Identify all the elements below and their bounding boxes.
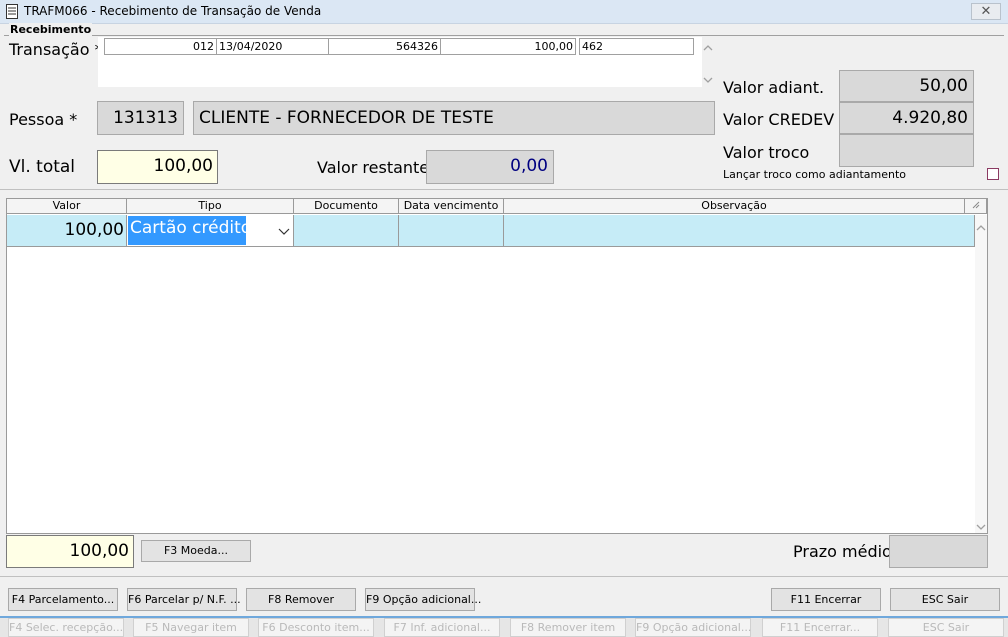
valor-credev-label: Valor CREDEV <box>723 110 835 129</box>
prazo-medio-field <box>889 535 988 568</box>
total-input[interactable]: 100,00 <box>6 535 134 568</box>
transacao-number-field[interactable]: 564326 <box>328 38 441 55</box>
window-title: TRAFM066 - Recebimento de Transação de V… <box>24 4 322 18</box>
ghost-inf-adicional-button: F7 Inf. adicional... <box>384 618 500 637</box>
sair-button[interactable]: ESC Sair <box>890 588 1000 611</box>
column-chooser-icon[interactable] <box>965 199 987 214</box>
document-icon <box>6 4 18 19</box>
separator <box>0 576 1008 577</box>
encerrar-button[interactable]: F11 Encerrar <box>771 588 881 611</box>
transacao-code-field[interactable]: 462 <box>579 38 694 55</box>
pessoa-label: Pessoa * <box>9 110 78 129</box>
group-title: Recebimento <box>9 23 93 36</box>
col-header-documento[interactable]: Documento <box>294 199 399 214</box>
col-header-valor[interactable]: Valor <box>7 199 127 214</box>
col-header-observacao[interactable]: Observação <box>504 199 965 214</box>
scroll-up-icon[interactable] <box>702 40 714 54</box>
transacao-date-field[interactable]: 13/04/2020 <box>216 38 329 55</box>
ghost-remover-item-button: F8 Remover item <box>510 618 626 637</box>
valor-troco-field <box>839 134 974 167</box>
valor-adiant-label: Valor adiant. <box>723 78 825 97</box>
grid-scrollbar[interactable] <box>975 215 987 533</box>
vl-total-label: Vl. total <box>9 157 76 177</box>
pessoa-code-field: 131313 <box>97 101 184 135</box>
col-header-data-vencimento[interactable]: Data vencimento <box>399 199 504 214</box>
close-button[interactable]: ✕ <box>971 3 1001 20</box>
valor-restante-field: 0,00 <box>426 150 554 184</box>
parcelar-nf-button[interactable]: F6 Parcelar p/ N.F. ... <box>127 588 241 611</box>
valor-credev-field: 4.920,80 <box>839 102 974 134</box>
valor-adiant-field: 50,00 <box>839 70 974 102</box>
ghost-opcao-adicional-button: F9 Opção adicional... <box>635 618 751 637</box>
scroll-down-icon[interactable] <box>702 72 714 86</box>
valor-troco-label: Valor troco <box>723 143 810 162</box>
ghost-navegar-item-button: F5 Navegar item <box>133 618 249 637</box>
row-observacao-cell[interactable] <box>504 215 975 247</box>
scroll-up-icon[interactable] <box>975 219 987 238</box>
close-icon: ✕ <box>980 4 992 19</box>
transacao-label: Transação * <box>9 40 103 59</box>
parcelamento-button[interactable]: F4 Parcelamento... <box>8 588 118 611</box>
opcao-adicional-button[interactable]: F9 Opção adicional... <box>365 588 481 611</box>
ghost-encerrar-button: F11 Encerrar... <box>762 618 878 637</box>
prazo-medio-label: Prazo médio <box>793 542 892 561</box>
tipo-select[interactable]: Cartão crédito <box>127 215 294 247</box>
vl-total-input[interactable]: 100,00 <box>97 150 218 184</box>
tipo-selected-value: Cartão crédito <box>128 216 251 245</box>
moeda-button[interactable]: F3 Moeda... <box>141 540 251 562</box>
lancar-troco-checkbox[interactable] <box>987 168 999 180</box>
separator <box>0 189 1008 190</box>
ghost-selec-recepcao-button: F4 Selec. recepção... <box>8 618 124 637</box>
payments-grid[interactable]: Valor Tipo Documento Data vencimento Obs… <box>6 198 988 534</box>
valor-restante-label: Valor restante <box>317 158 430 177</box>
chevron-down-icon[interactable] <box>277 223 291 237</box>
lancar-troco-label: Lançar troco como adiantamento <box>723 168 907 181</box>
transacao-serie-field[interactable]: 012 <box>104 38 217 55</box>
row-valor-cell[interactable]: 100,00 <box>7 215 127 247</box>
remover-button[interactable]: F8 Remover <box>246 588 356 611</box>
col-header-tipo[interactable]: Tipo <box>127 199 294 214</box>
pessoa-name-field: CLIENTE - FORNECEDOR DE TESTE <box>193 101 715 135</box>
ghost-sair-button: ESC Sair <box>888 618 1004 637</box>
transacao-value-field[interactable]: 100,00 <box>440 38 576 55</box>
row-data-vencimento-cell[interactable] <box>399 215 504 247</box>
group-border <box>4 35 1004 36</box>
row-documento-cell[interactable] <box>294 215 399 247</box>
ghost-desconto-item-button: F6 Desconto item... <box>258 618 374 637</box>
